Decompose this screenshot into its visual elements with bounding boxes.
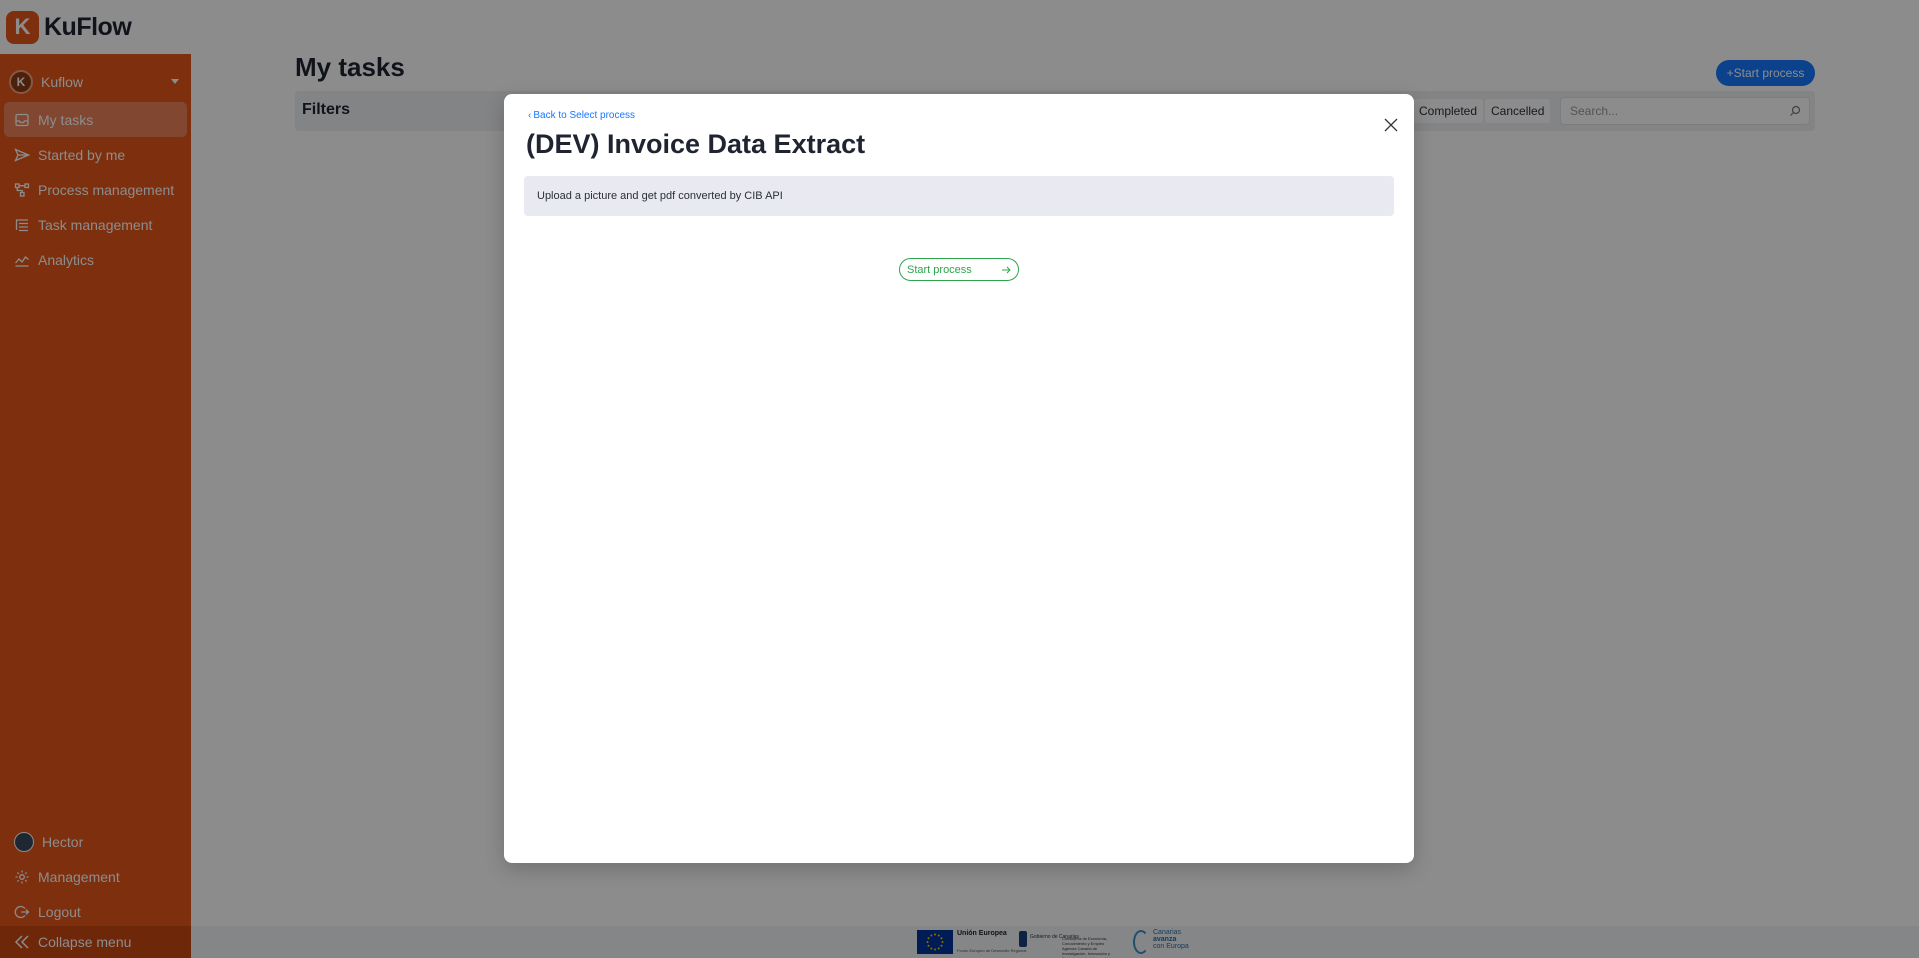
process-description: Upload a picture and get pdf converted b… — [524, 176, 1394, 216]
start-process-label: Start process — [907, 263, 972, 276]
start-process-button[interactable]: Start process — [899, 258, 1019, 281]
back-to-select-process-link[interactable]: ‹ Back to Select process — [528, 110, 635, 121]
start-process-modal: ‹ Back to Select process (DEV) Invoice D… — [504, 94, 1414, 863]
back-link-label: Back to Select process — [533, 110, 636, 121]
process-description-text: Upload a picture and get pdf converted b… — [537, 190, 783, 202]
modal-title: (DEV) Invoice Data Extract — [526, 129, 866, 159]
close-icon[interactable] — [1384, 118, 1398, 132]
chevron-left-icon: ‹ — [528, 110, 532, 121]
arrow-right-icon — [1002, 266, 1011, 274]
